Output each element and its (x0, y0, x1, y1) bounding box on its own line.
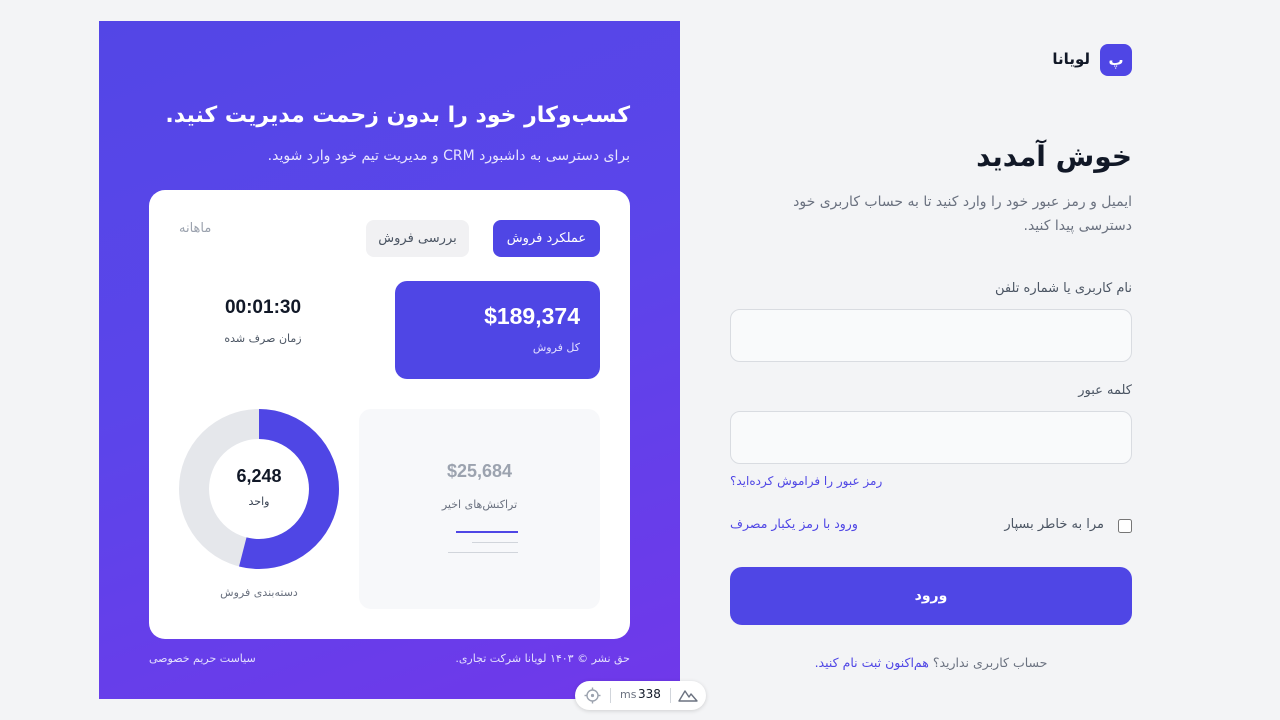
transactions-sparkline-line (448, 552, 518, 553)
period-label: ماهانه (179, 221, 212, 236)
signup-link[interactable]: هم‌اکنون ثبت نام کنید. (815, 655, 929, 670)
tab-sales-review[interactable]: بررسی فروش (366, 220, 469, 257)
remember-me: مرا به خاطر بسپار (992, 516, 1132, 536)
divider (610, 688, 611, 703)
copyright-text: حق نشر © ۱۴۰۳ لویانا شرکت تجاری. (455, 652, 630, 665)
recent-transactions-box: $25,684 تراکنش‌های اخیر (359, 409, 600, 609)
username-label: نام کاربری یا شماره تلفن (995, 281, 1132, 296)
promo-title: کسب‌وکار خود را بدون زحمت مدیریت کنید. (165, 103, 630, 128)
time-spent-label: زمان صرف شده (224, 332, 302, 345)
remember-me-label[interactable]: مرا به خاطر بسپار (1004, 517, 1104, 532)
transactions-sparkline-line (472, 542, 518, 543)
donut-chart (179, 409, 339, 569)
brand-logo: پ (1100, 44, 1132, 76)
divider (670, 688, 671, 703)
tab-sales-performance[interactable]: عملکرد فروش (493, 220, 600, 257)
brand: پ لویانا (1049, 44, 1132, 76)
crosshair-icon[interactable] (584, 687, 601, 704)
donut-value: 6,248 (236, 466, 282, 486)
dashboard-preview-card: عملکرد فروش بررسی فروش ماهانه $189,374 ک… (149, 190, 630, 639)
login-button[interactable]: ورود (730, 567, 1132, 625)
password-input[interactable] (730, 411, 1132, 464)
dev-ms-label: ms (620, 688, 637, 701)
promo-panel: کسب‌وکار خود را بدون زحمت مدیریت کنید. ب… (99, 21, 680, 699)
otp-login-link[interactable]: ورود با رمز یکبار مصرف (730, 516, 858, 531)
login-subtitle: ایمیل و رمز عبور خود را وارد کنید تا به … (793, 194, 1132, 234)
username-input[interactable] (730, 309, 1132, 362)
password-label: کلمه عبور (1078, 383, 1132, 398)
transactions-sparkline-accent (456, 531, 518, 533)
promo-subtitle: برای دسترسی به داشبورد CRM و مدیریت تیم … (267, 148, 630, 164)
signup-prompt: حساب کاربری ندارید؟ هم‌اکنون ثبت نام کنی… (730, 655, 1132, 670)
signup-prompt-text: حساب کاربری ندارید؟ (932, 655, 1048, 670)
recent-transactions-value: $25,684 (446, 461, 513, 481)
forgot-password-link[interactable]: رمز عبور را فراموش کرده‌اید؟ (730, 474, 882, 488)
time-spent-value: 00:01:30 (224, 297, 302, 318)
total-sales-label: کل فروش (532, 341, 580, 354)
brand-name: لویانا (1052, 50, 1090, 68)
donut-caption: دسته‌بندی فروش (220, 586, 298, 599)
dev-toolbar: ms 338 (575, 681, 706, 710)
donut-unit: واحد (248, 495, 270, 508)
total-sales-box: $189,374 کل فروش (395, 281, 600, 379)
dev-ms-value: 338 (638, 687, 661, 701)
mountain-icon[interactable] (678, 688, 698, 703)
login-title: خوش آمدید (976, 140, 1132, 173)
recent-transactions-label: تراکنش‌های اخیر (441, 498, 518, 511)
total-sales-value: $189,374 (484, 303, 580, 329)
remember-me-checkbox[interactable] (1118, 519, 1132, 533)
privacy-policy-link[interactable]: سیاست حریم خصوصی (149, 652, 256, 665)
sales-category-donut: 6,248 واحد (179, 409, 339, 569)
